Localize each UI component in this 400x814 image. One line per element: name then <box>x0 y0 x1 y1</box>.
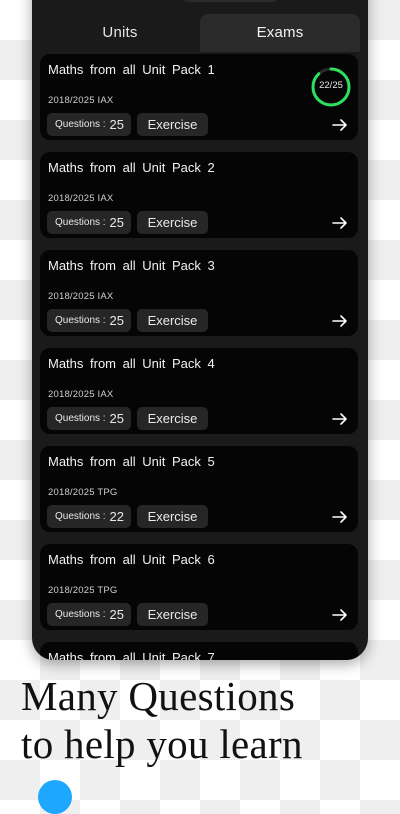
questions-count: 25 <box>109 117 124 132</box>
pack-title: Maths from all Unit Pack 6 <box>48 552 215 567</box>
questions-label: Questions : <box>55 413 106 424</box>
questions-count-box: Questions : 22 <box>47 505 131 528</box>
arrow-right-icon[interactable] <box>332 510 348 524</box>
questions-count-box: Questions : 25 <box>47 113 131 136</box>
pack-title: Maths from all Unit Pack 2 <box>48 160 215 175</box>
exercise-button[interactable]: Exercise <box>137 603 208 626</box>
exam-pack-card[interactable]: Maths from all Unit Pack 5 2018/2025 TPG… <box>40 446 358 532</box>
exercise-button[interactable]: Exercise <box>137 211 208 234</box>
exam-pack-card[interactable]: Maths from all Unit Pack 4 2018/2025 IAX… <box>40 348 358 434</box>
promo-caption: Many Questions to help you learn <box>21 672 303 768</box>
pack-title: Maths from all Unit Pack 4 <box>48 356 215 371</box>
exam-pack-card[interactable]: Maths from all Unit Pack 3 2018/2025 IAX… <box>40 250 358 336</box>
exam-pack-card[interactable]: Maths from all Unit Pack 6 2018/2025 TPG… <box>40 544 358 630</box>
pack-title: Maths from all Unit Pack 3 <box>48 258 215 273</box>
pack-title: Maths from all Unit Pack 5 <box>48 454 215 469</box>
arrow-right-icon[interactable] <box>332 118 348 132</box>
questions-count: 25 <box>109 313 124 328</box>
questions-count: 22 <box>109 509 124 524</box>
caption-line-2: to help you learn <box>21 721 303 767</box>
caption-line-1: Many Questions <box>21 673 296 719</box>
tab-exams[interactable]: Exams <box>200 14 360 52</box>
pack-meta: 2018/2025 IAX <box>48 95 114 106</box>
exam-pack-card[interactable]: Maths from all Unit Pack 7 <box>40 642 358 660</box>
questions-count-box: Questions : 25 <box>47 211 131 234</box>
questions-label: Questions : <box>55 119 106 130</box>
pack-meta: 2018/2025 IAX <box>48 193 114 204</box>
exercise-button[interactable]: Exercise <box>137 309 208 332</box>
tab-bar: Units Exams <box>32 12 368 54</box>
progress-ring: 22/25 <box>310 66 352 108</box>
pack-meta: 2018/2025 TPG <box>48 487 118 498</box>
questions-label: Questions : <box>55 511 106 522</box>
exam-pack-card[interactable]: Maths from all Unit Pack 1 22/25 2018/20… <box>40 54 358 140</box>
arrow-right-icon[interactable] <box>332 314 348 328</box>
phone-notch <box>182 0 278 2</box>
exercise-button[interactable]: Exercise <box>137 407 208 430</box>
pack-meta: 2018/2025 TPG <box>48 585 118 596</box>
phone-frame: Units Exams Maths from all Unit Pack 1 2… <box>32 0 368 660</box>
arrow-right-icon[interactable] <box>332 412 348 426</box>
questions-count: 25 <box>109 411 124 426</box>
questions-count: 25 <box>109 607 124 622</box>
pack-title: Maths from all Unit Pack 7 <box>48 650 215 660</box>
questions-count-box: Questions : 25 <box>47 603 131 626</box>
exercise-button[interactable]: Exercise <box>137 113 208 136</box>
progress-text: 22/25 <box>319 80 343 91</box>
pack-meta: 2018/2025 IAX <box>48 389 114 400</box>
tab-units[interactable]: Units <box>40 14 200 52</box>
questions-label: Questions : <box>55 217 106 228</box>
exam-pack-card[interactable]: Maths from all Unit Pack 2 2018/2025 IAX… <box>40 152 358 238</box>
questions-count: 25 <box>109 215 124 230</box>
arrow-right-icon[interactable] <box>332 216 348 230</box>
pack-meta: 2018/2025 IAX <box>48 291 114 302</box>
questions-label: Questions : <box>55 315 106 326</box>
questions-label: Questions : <box>55 609 106 620</box>
questions-count-box: Questions : 25 <box>47 407 131 430</box>
questions-count-box: Questions : 25 <box>47 309 131 332</box>
exercise-button[interactable]: Exercise <box>137 505 208 528</box>
arrow-right-icon[interactable] <box>332 608 348 622</box>
accent-dot <box>38 780 72 814</box>
pack-title: Maths from all Unit Pack 1 <box>48 62 215 77</box>
